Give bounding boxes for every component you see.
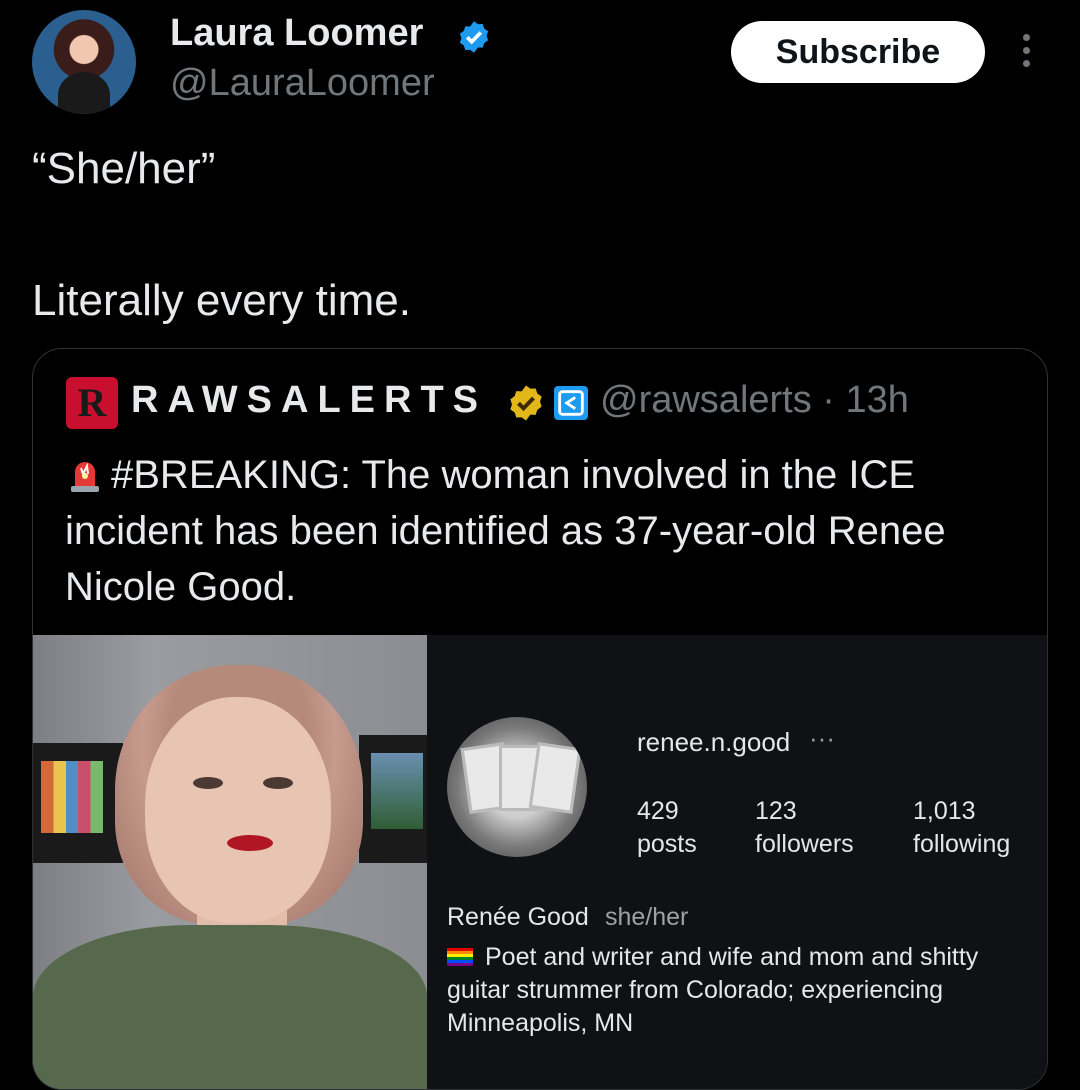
profile-avatar [447,717,587,857]
author-avatar[interactable] [32,10,136,114]
profile-menu-icon: ··· [809,723,835,753]
affiliate-badge-icon [554,386,588,420]
author-name[interactable]: Laura Loomer [170,12,423,55]
quoted-text-body: #BREAKING: The woman involved in the ICE… [65,453,946,609]
quoted-media[interactable]: renee.n.good ··· 429 posts 123 followers 1… [33,635,1047,1089]
police-light-emoji [71,462,99,492]
profile-stat-posts: 429 posts [637,797,697,858]
subscribe-button[interactable]: Subscribe [731,21,985,83]
profile-stat-followers: 123 followers [755,797,854,858]
quoted-author-name[interactable]: RAWSALERTS [131,379,487,422]
quoted-text: #BREAKING: The woman involved in the ICE… [65,447,1005,615]
profile-pronouns: she/her [605,903,689,931]
profile-username: renee.n.good [637,727,791,757]
tweet-text-line1: “She/her” [32,144,216,193]
profile-display-name: Renée Good [447,903,589,931]
more-vertical-icon[interactable] [1016,34,1036,74]
tweet-text-line2: Literally every time. [32,276,412,325]
portrait-photo [33,635,427,1089]
instagram-profile-screenshot: renee.n.good ··· 429 posts 123 followers 1… [427,635,1047,1089]
quoted-author-logo[interactable]: R [66,377,118,429]
gold-verified-badge-icon [510,385,542,421]
rainbow-flag-icon [447,948,473,966]
profile-bio: Poet and writer and wife and mom and shi… [447,943,979,1037]
author-handle[interactable]: @LauraLoomer [170,62,435,105]
profile-stat-following: 1,013 following [913,797,1011,858]
quoted-tweet-card[interactable]: R RAWSALERTS @rawsalerts · 13h #BREAKING… [32,348,1048,1090]
quoted-handle-time[interactable]: @rawsalerts · 13h [600,379,909,422]
blue-verified-badge-icon [459,21,489,53]
